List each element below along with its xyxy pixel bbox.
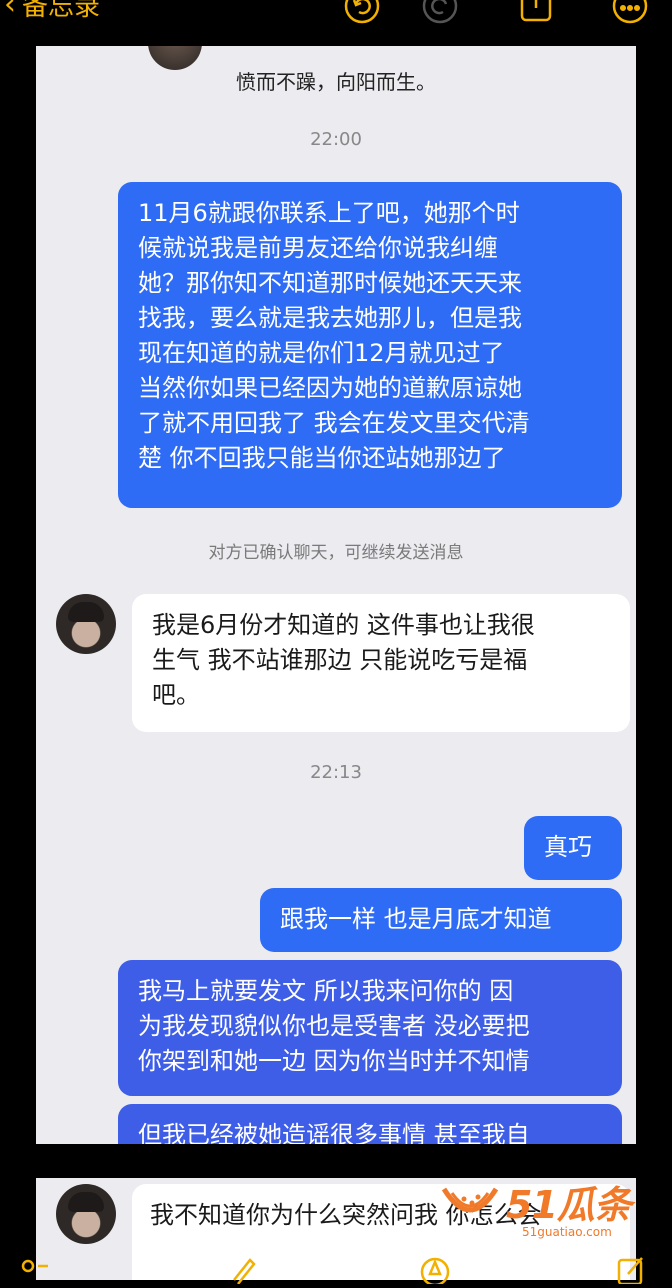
watermark-url: 51guatiao.com <box>522 1225 612 1239</box>
message-line: 吧。 <box>152 681 200 709</box>
share-icon[interactable] <box>518 0 554 24</box>
message-line: 楚 你不回我只能当你还站她那边了 <box>138 444 506 472</box>
sent-message: 真巧 <box>524 816 622 880</box>
message-line: 候就说我是前男友还给你说我纠缠 <box>138 234 498 262</box>
timestamp: 22:00 <box>310 129 362 150</box>
message-line: 了就不用回我了 我会在发文里交代清 <box>138 409 530 437</box>
back-label: 备忘录 <box>22 0 101 22</box>
chat-screenshot: 愤而不躁，向阳而生。 22:00 11月6就跟你联系上了吧，她那个时 候就说我是… <box>36 46 636 1144</box>
more-icon[interactable] <box>612 0 648 24</box>
notes-toolbar: ‹ 备忘录 <box>0 0 672 40</box>
profile-motto: 愤而不躁，向阳而生。 <box>236 70 436 94</box>
message-line: 但我已经被她造谣很多事情 甚至我自 <box>138 1121 530 1144</box>
sent-message: 11月6就跟你联系上了吧，她那个时 候就说我是前男友还给你说我纠缠 她？那你知不… <box>118 182 622 508</box>
watermark: 51瓜条 51guatiao.com <box>440 1175 650 1245</box>
message-line: 我是6月份才知道的 这件事也让我很 <box>152 611 535 639</box>
timestamp: 22:13 <box>310 762 362 783</box>
message-line: 为我发现貌似你也是受害者 没必要把 <box>138 1012 530 1040</box>
message-line: 她？那你知不知道那时候她还天天来 <box>138 269 522 297</box>
undo-icon[interactable] <box>344 0 380 24</box>
back-button[interactable]: ‹ 备忘录 <box>4 0 100 23</box>
system-notice: 对方已确认聊天，可继续发送消息 <box>208 543 464 563</box>
contact-avatar <box>56 594 116 654</box>
message-line: 我马上就要发文 所以我来问你的 因 <box>138 977 514 1005</box>
sent-message: 我马上就要发文 所以我来问你的 因 为我发现貌似你也是受害者 没必要把 你架到和… <box>118 960 622 1096</box>
received-message: 我是6月份才知道的 这件事也让我很 生气 我不站谁那边 只能说吃亏是福 吧。 <box>132 594 630 732</box>
message-line: 找我，要么就是我去她那儿，但是我 <box>138 304 522 332</box>
watermelon-icon <box>441 1187 499 1213</box>
message-line: 11月6就跟你联系上了吧，她那个时 <box>138 199 520 227</box>
watermark-brand: 51瓜条 <box>506 1182 632 1227</box>
message-line: 当然你如果已经因为她的道歉原谅她 <box>138 374 522 402</box>
chevron-left-icon: ‹ <box>4 0 16 22</box>
message-line: 生气 我不站谁那边 只能说吃亏是福 <box>152 646 528 674</box>
redo-icon[interactable] <box>422 0 458 24</box>
watermark-logo: 51瓜条 <box>440 1175 650 1227</box>
sent-message: 但我已经被她造谣很多事情 甚至我自 <box>118 1104 622 1144</box>
message-line: 现在知道的就是你们12月就见过了 <box>138 339 505 367</box>
message-line: 你架到和她一边 因为你当时并不知情 <box>138 1047 530 1075</box>
contact-avatar <box>56 1184 116 1244</box>
notes-bottom-toolbar <box>0 1248 672 1287</box>
sent-message: 跟我一样 也是月底才知道 <box>260 888 622 952</box>
